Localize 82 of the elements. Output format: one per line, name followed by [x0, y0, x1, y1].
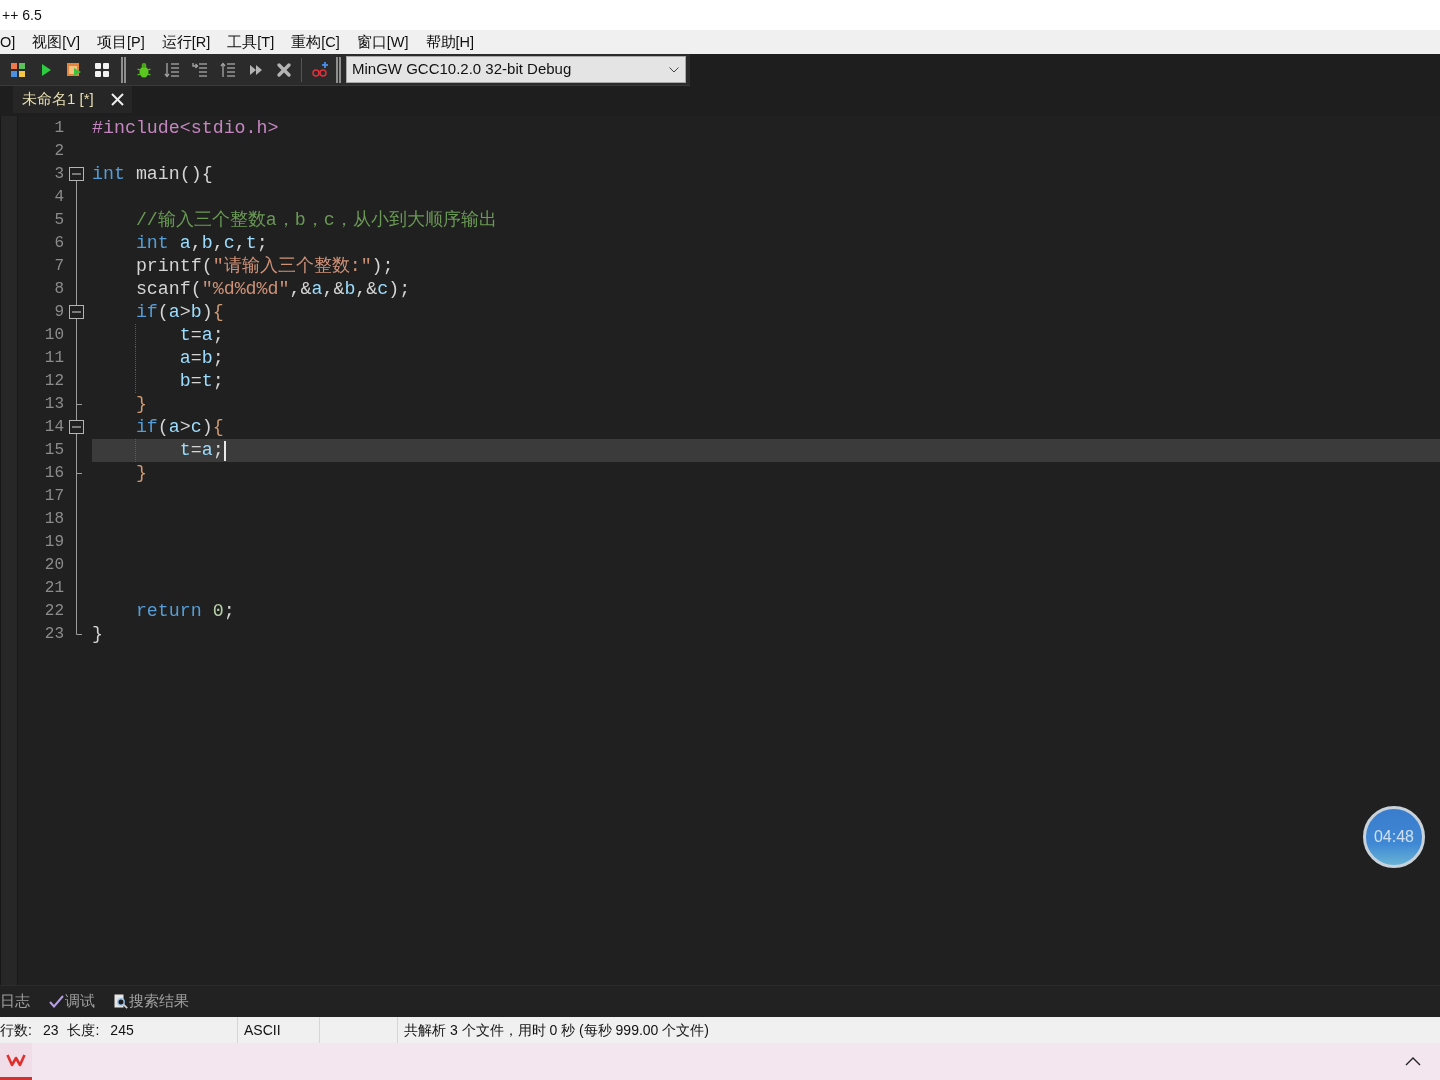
code-line: #include<stdio.h> — [92, 117, 279, 140]
code-line: int a,b,c,t; — [135, 232, 268, 255]
menu-item[interactable]: 帮助[H] — [425, 32, 475, 52]
grid-icon[interactable] — [93, 60, 111, 79]
line-number: 6 — [54, 233, 64, 254]
checkmark-icon — [49, 995, 64, 1008]
panel-tab[interactable]: 调试 — [49, 990, 95, 1013]
toolbar-grip[interactable] — [121, 56, 126, 83]
panel-tab[interactable]: 日志 — [0, 990, 30, 1013]
fold-collapse-icon[interactable] — [69, 167, 84, 181]
line-number: 14 — [44, 417, 64, 438]
tiles-icon[interactable] — [9, 60, 27, 79]
list-return-icon[interactable] — [191, 60, 209, 79]
line-number: 5 — [54, 210, 64, 231]
status-label: 行数: — [0, 1020, 32, 1040]
menu-item[interactable]: 运行[R] — [161, 32, 211, 52]
line-number: 11 — [44, 348, 64, 369]
code-line: printf("请输入三个整数:"); — [135, 255, 394, 278]
line-number: 8 — [54, 279, 64, 300]
panel-tab[interactable]: 搜索结果 — [114, 990, 189, 1013]
code-line: scanf("%d%d%d",&a,&b,&c); — [135, 278, 411, 301]
menu-item[interactable]: 窗口[W] — [356, 32, 409, 52]
menu-item[interactable]: 视图[V] — [32, 32, 81, 52]
code-line: //输入三个整数a，b，c，从小到大顺序输出 — [135, 209, 497, 232]
taskbar-app-button[interactable] — [0, 1043, 32, 1080]
panel-play-icon[interactable] — [65, 60, 83, 79]
code-line: t=a; — [179, 439, 224, 462]
line-number: 16 — [44, 463, 64, 484]
code-line: t=a; — [179, 324, 224, 347]
line-number: 12 — [44, 371, 64, 392]
code-line: if(a>b){ — [135, 301, 224, 324]
line-number: 1 — [54, 118, 64, 139]
menu-item[interactable]: O] — [0, 32, 16, 52]
close-icon[interactable] — [110, 93, 124, 106]
code-line: int main(){ — [92, 163, 213, 186]
menu-item[interactable]: 项目[P] — [97, 32, 145, 52]
line-number: 17 — [44, 486, 64, 507]
search-icon — [114, 994, 128, 1009]
list-down-icon[interactable] — [163, 60, 181, 79]
code-line: b=t; — [179, 370, 224, 393]
line-number: 4 — [54, 187, 64, 208]
compiler-select[interactable]: MinGW GCC10.2.0 32-bit Debug — [346, 56, 686, 83]
cross-icon[interactable] — [275, 60, 293, 79]
status-message: 共解析 3 个文件，用时 0 秒 (每秒 999.00 个文件) — [404, 1020, 709, 1040]
status-value: 23 — [42, 1020, 59, 1040]
encoding-indicator: ASCII — [244, 1020, 281, 1040]
window-title: ++ 6.5 — [2, 5, 42, 25]
code-line: return 0; — [135, 600, 235, 623]
menu-item[interactable]: 重构[C] — [291, 32, 340, 52]
line-number: 9 — [54, 302, 64, 323]
line-number: 13 — [44, 394, 64, 415]
line-number: 2 — [54, 141, 64, 162]
toolbar-grip[interactable] — [336, 56, 341, 83]
line-number: 21 — [44, 578, 64, 599]
list-up-icon[interactable] — [219, 60, 237, 79]
timer-widget: 04:48 — [1363, 806, 1425, 868]
line-number: 10 — [44, 325, 64, 346]
code-line: a=b; — [179, 347, 224, 370]
line-number: 20 — [44, 555, 64, 576]
menu-item[interactable]: 工具[T] — [227, 32, 275, 52]
line-number: 19 — [44, 532, 64, 553]
line-number: 23 — [44, 624, 64, 645]
status-value: 245 — [110, 1020, 134, 1040]
line-number: 7 — [54, 256, 64, 277]
bug-icon[interactable] — [135, 60, 153, 79]
line-number: 18 — [44, 509, 64, 530]
code-line: } — [135, 393, 147, 416]
code-line: } — [92, 623, 103, 646]
chevron-up-icon[interactable] — [1405, 1057, 1421, 1066]
line-number: 15 — [44, 440, 64, 461]
chevron-down-icon — [669, 66, 679, 73]
editor-tab[interactable]: 未命名1 [*] — [13, 86, 132, 113]
text-cursor-icon — [223, 440, 226, 461]
code-line: } — [135, 462, 147, 485]
code-line: if(a>c){ — [135, 416, 224, 439]
glasses-plus-icon[interactable] — [311, 60, 329, 79]
app-logo-icon — [6, 1053, 26, 1067]
line-number: 22 — [44, 601, 64, 622]
fold-collapse-icon[interactable] — [69, 420, 84, 434]
line-number: 3 — [54, 164, 64, 185]
fold-collapse-icon[interactable] — [69, 305, 84, 319]
status-label: 长度: — [67, 1020, 100, 1040]
